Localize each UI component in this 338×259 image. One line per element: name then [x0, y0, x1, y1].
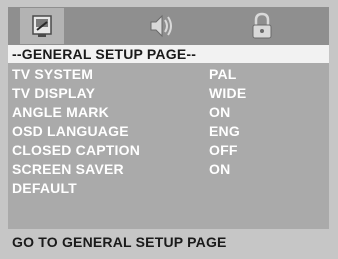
menu-item-tv-display[interactable]: TV DISPLAY WIDE	[12, 84, 324, 103]
tab-general-setup[interactable]	[20, 8, 64, 44]
menu-item-label: OSD LANGUAGE	[12, 123, 129, 139]
menu-item-closed-caption[interactable]: CLOSED CAPTION OFF	[12, 141, 324, 160]
menu-item-value: PAL	[209, 66, 237, 82]
menu-item-label: SCREEN SAVER	[12, 161, 124, 177]
menu-item-osd-language[interactable]: OSD LANGUAGE ENG	[12, 122, 324, 141]
tab-preference-setup[interactable]	[240, 8, 284, 44]
menu-item-label: TV DISPLAY	[12, 85, 96, 101]
page-title: --GENERAL SETUP PAGE--	[8, 45, 329, 63]
menu-item-default[interactable]: DEFAULT	[12, 179, 324, 198]
menu-item-value: WIDE	[209, 85, 247, 101]
setup-menu: TV SYSTEM PAL TV DISPLAY WIDE ANGLE MARK…	[8, 63, 329, 229]
menu-item-label: CLOSED CAPTION	[12, 142, 141, 158]
setup-tab-bar	[8, 7, 329, 45]
audio-setup-icon	[150, 14, 172, 38]
menu-item-label: ANGLE MARK	[12, 104, 109, 120]
preference-lock-icon	[252, 12, 272, 39]
menu-item-value: OFF	[209, 142, 238, 158]
menu-item-value: ENG	[209, 123, 240, 139]
general-setup-icon	[32, 15, 52, 37]
menu-item-value: ON	[209, 161, 231, 177]
osd-panel: --GENERAL SETUP PAGE-- TV SYSTEM PAL TV …	[0, 0, 338, 259]
menu-item-angle-mark[interactable]: ANGLE MARK ON	[12, 103, 324, 122]
status-help-text: GO TO GENERAL SETUP PAGE	[8, 231, 329, 253]
tab-audio-setup[interactable]	[139, 8, 183, 44]
menu-item-tv-system[interactable]: TV SYSTEM PAL	[12, 65, 324, 84]
menu-item-screen-saver[interactable]: SCREEN SAVER ON	[12, 160, 324, 179]
menu-item-label: TV SYSTEM	[12, 66, 94, 82]
menu-item-label: DEFAULT	[12, 180, 77, 196]
menu-item-value: ON	[209, 104, 231, 120]
